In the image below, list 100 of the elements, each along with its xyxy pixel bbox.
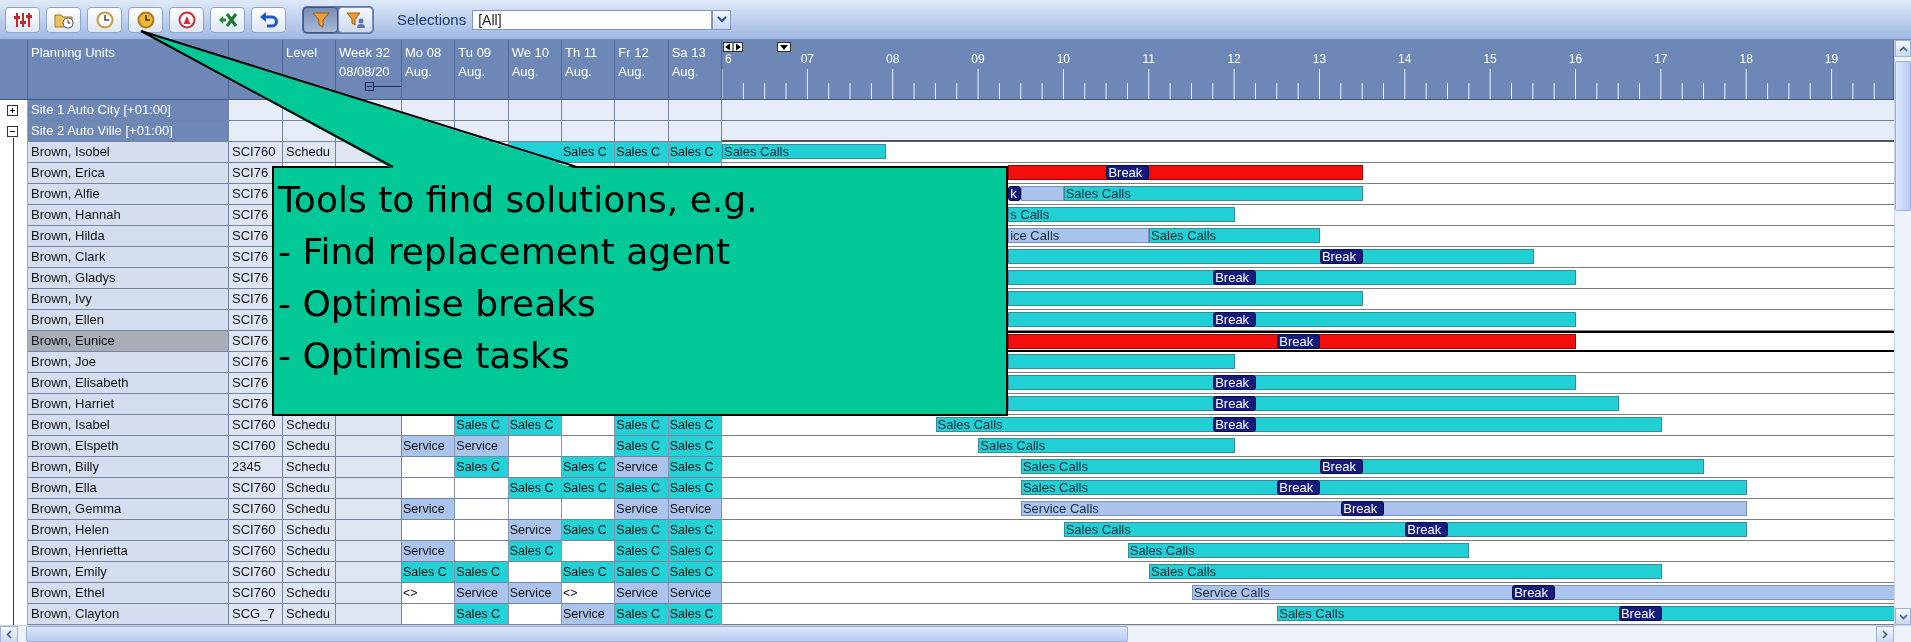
task-bar[interactable]: Sales Calls bbox=[1127, 543, 1470, 558]
hour-label: 12 bbox=[1227, 52, 1241, 66]
dropdown-marker-icon[interactable] bbox=[776, 42, 791, 52]
break-marker[interactable]: Break bbox=[1618, 606, 1662, 621]
task-bar[interactable] bbox=[1008, 270, 1577, 285]
day-cell: Sales C bbox=[508, 541, 562, 562]
day-cell: Sales C bbox=[455, 604, 509, 625]
day-cell: Service bbox=[508, 520, 562, 541]
code-cell: 2345 bbox=[229, 457, 283, 478]
break-marker[interactable]: Break bbox=[1319, 249, 1363, 264]
toolbar-button[interactable] bbox=[210, 6, 245, 33]
conflict-bar[interactable] bbox=[1008, 334, 1577, 349]
scroll-up-button[interactable] bbox=[1895, 40, 1911, 57]
hour-label: 14 bbox=[1398, 52, 1412, 66]
chevron-down-icon bbox=[1898, 613, 1908, 620]
break-marker[interactable]: Break bbox=[1213, 417, 1256, 432]
column-header: Level bbox=[286, 45, 318, 60]
level-cell: Schedu bbox=[283, 142, 336, 163]
day-cell: Sales C bbox=[455, 415, 509, 436]
code-cell: SCI760 bbox=[229, 562, 283, 583]
day-cell: Service bbox=[402, 541, 456, 562]
hour-label: 11 bbox=[1142, 52, 1155, 66]
hour-label: 08 bbox=[886, 52, 900, 66]
selections-field[interactable]: [All] bbox=[472, 9, 713, 30]
name-cell: Brown, Elspeth bbox=[28, 436, 229, 457]
name-cell: Brown, Ivy bbox=[28, 289, 229, 310]
scrollbar-thumb[interactable] bbox=[26, 626, 1128, 642]
day-cell: Sales C bbox=[615, 478, 669, 499]
scrollbar-thumb[interactable] bbox=[1895, 61, 1911, 211]
task-bar[interactable]: Sales Calls bbox=[721, 144, 886, 159]
day-cell: Service bbox=[615, 583, 669, 604]
day-cell: Sales C bbox=[562, 457, 616, 478]
task-bar[interactable] bbox=[1008, 312, 1577, 327]
column-header: Mo 08 bbox=[405, 44, 442, 62]
column-header: We 10 bbox=[511, 44, 549, 62]
hour-label: 19 bbox=[1824, 52, 1839, 66]
chevron-down-icon bbox=[716, 16, 727, 23]
dropdown-button[interactable] bbox=[712, 9, 732, 30]
toolbar-button[interactable] bbox=[128, 6, 163, 33]
hour-label: 13 bbox=[1312, 52, 1327, 66]
site-label: Site 1 Auto City [+01:00] bbox=[28, 100, 229, 121]
day-cell: Sales C bbox=[668, 520, 722, 541]
name-cell: Brown, Harriet bbox=[28, 394, 229, 415]
break-marker[interactable]: Break bbox=[1213, 270, 1256, 285]
break-marker[interactable]: k bbox=[1008, 186, 1021, 201]
toggle-button[interactable] bbox=[338, 6, 373, 33]
name-cell: Brown, Emily bbox=[28, 562, 229, 583]
scroll-right-button[interactable] bbox=[1876, 626, 1894, 642]
code-cell: SCI760 bbox=[229, 583, 283, 604]
task-bar[interactable] bbox=[1008, 396, 1619, 411]
break-marker[interactable]: Break bbox=[1405, 522, 1449, 537]
horizontal-scrollbar[interactable] bbox=[0, 625, 1911, 642]
task-bar[interactable]: Sales Calls bbox=[1149, 564, 1662, 579]
name-cell: Brown, Hannah bbox=[28, 205, 229, 226]
name-cell: Brown, Eunice bbox=[28, 331, 229, 352]
conflict-bar[interactable] bbox=[1008, 165, 1363, 180]
level-cell: Schedu bbox=[283, 457, 336, 478]
expand-icon[interactable] bbox=[7, 105, 18, 116]
break-marker[interactable]: Break bbox=[1106, 165, 1150, 180]
day-cell: Service bbox=[668, 499, 722, 520]
toolbar-button[interactable] bbox=[251, 6, 286, 33]
break-marker[interactable]: Break bbox=[1277, 334, 1320, 349]
day-cell: Sales C bbox=[402, 562, 456, 583]
level-cell: Schedu bbox=[283, 583, 336, 604]
task-bar[interactable]: Sales Calls bbox=[978, 438, 1235, 453]
chevron-left-icon bbox=[6, 630, 12, 639]
task-bar[interactable] bbox=[1008, 375, 1577, 390]
code-cell: SCI760 bbox=[229, 499, 283, 520]
toolbar-button[interactable] bbox=[5, 6, 40, 33]
filter-user-icon bbox=[345, 10, 366, 29]
vertical-scrollbar[interactable] bbox=[1894, 40, 1911, 625]
day-cell: Sales C bbox=[455, 562, 509, 583]
day-cell: Sales C bbox=[615, 415, 669, 436]
task-bar[interactable] bbox=[1008, 249, 1534, 264]
toolbar-button[interactable] bbox=[169, 6, 204, 33]
column-header: Aug. bbox=[671, 63, 699, 81]
task-bar[interactable]: ice Calls bbox=[1008, 228, 1150, 243]
break-marker[interactable]: Break bbox=[1341, 501, 1384, 516]
name-cell: Brown, Henrietta bbox=[28, 541, 229, 562]
break-marker[interactable]: Break bbox=[1213, 312, 1256, 327]
break-marker[interactable]: Break bbox=[1213, 375, 1256, 390]
task-bar[interactable]: s Calls bbox=[1008, 207, 1235, 222]
break-marker[interactable]: Break bbox=[1277, 480, 1320, 495]
break-marker[interactable]: Break bbox=[1512, 585, 1555, 600]
scroll-left-button[interactable] bbox=[0, 626, 18, 642]
day-cell: Sales C bbox=[615, 520, 669, 541]
task-bar[interactable]: Sales Calls bbox=[1149, 228, 1320, 243]
ring-icon bbox=[176, 10, 197, 29]
collapse-icon[interactable] bbox=[7, 126, 18, 137]
day-cell: Sales C bbox=[668, 436, 722, 457]
column-header: Aug. bbox=[565, 63, 592, 81]
task-bar[interactable]: Sales Calls bbox=[1063, 186, 1363, 201]
day-cell: Service bbox=[455, 583, 509, 604]
break-marker[interactable]: Break bbox=[1213, 396, 1256, 411]
break-marker[interactable]: Break bbox=[1319, 459, 1363, 474]
scroll-down-button[interactable] bbox=[1895, 608, 1911, 625]
toggle-button[interactable] bbox=[303, 6, 338, 33]
toolbar-button[interactable] bbox=[46, 6, 81, 33]
filter-icon bbox=[310, 10, 331, 29]
arrows-icon[interactable] bbox=[722, 42, 743, 52]
